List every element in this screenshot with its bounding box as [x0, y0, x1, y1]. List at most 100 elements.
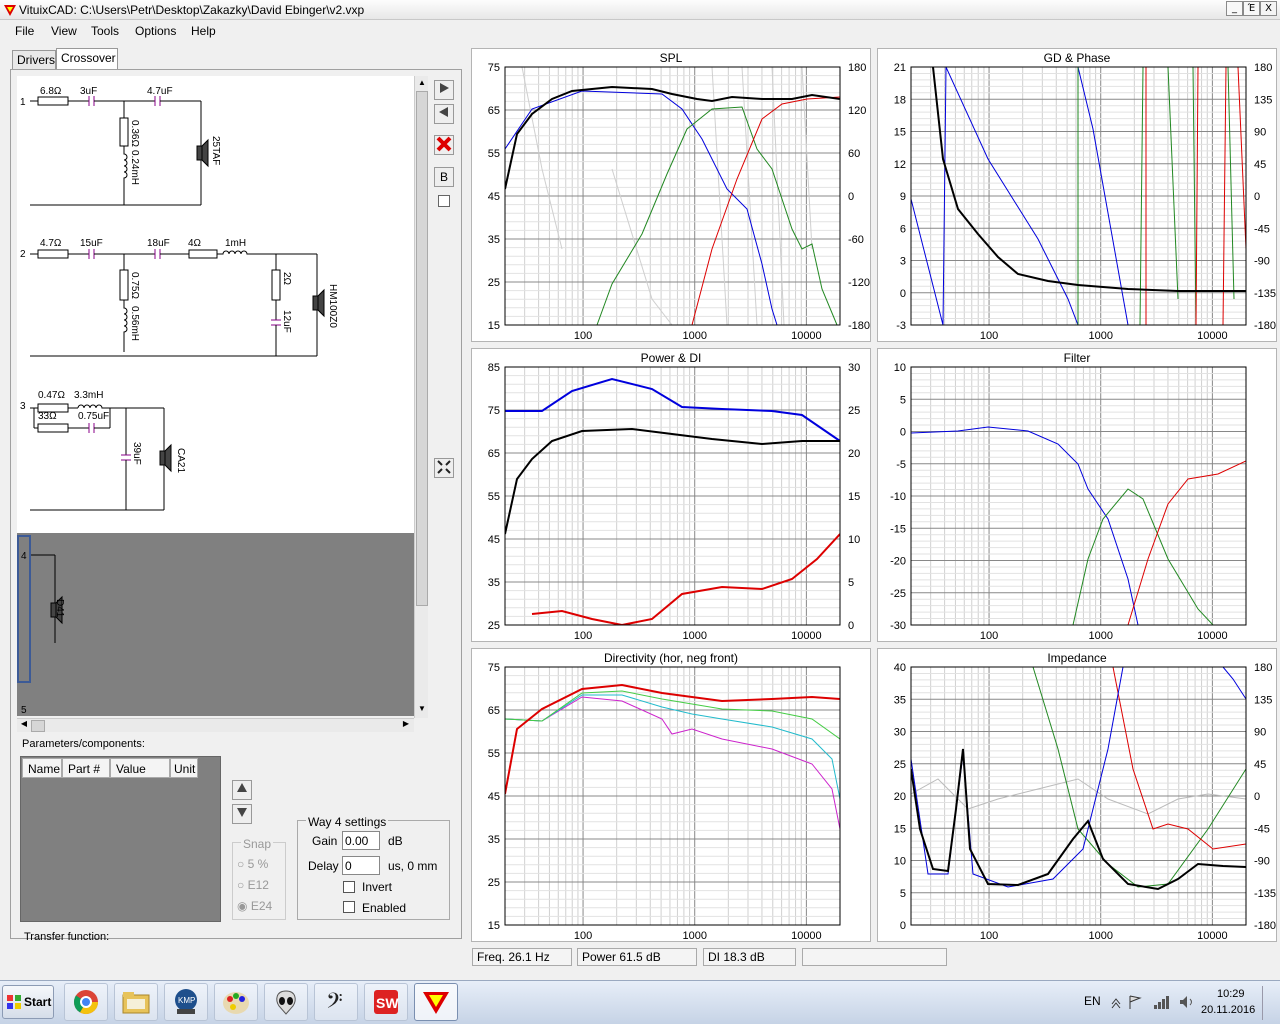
params-table[interactable]: Name Part # Value Unit: [20, 756, 221, 922]
y2-tick-label: 135: [1254, 94, 1272, 106]
x-tick-label: 10000: [791, 330, 822, 342]
way2-l2-label[interactable]: 0.56mH: [129, 306, 140, 341]
move-right-button[interactable]: [434, 80, 454, 100]
y-tick-label: 45: [488, 534, 500, 546]
gd-phase-panel[interactable]: GD & Phase 21 180 18 135 15 90 12 45 9 0 6 -45 3 -90 0-…: [877, 48, 1277, 342]
filter-panel[interactable]: Filter 10 5 0 -5 -10 -15 -20 -25 -30 100 1000 10000: [877, 348, 1277, 642]
way2-c2-label[interactable]: 18uF: [147, 238, 170, 249]
explorer-icon[interactable]: [114, 983, 158, 1021]
scroll-right-icon[interactable]: ▶: [399, 719, 413, 733]
scroll-left-icon[interactable]: ◀: [17, 719, 31, 733]
tab-crossover[interactable]: Crossover: [56, 48, 118, 70]
spl-panel[interactable]: SPL 75 180 65 120 55 60 45 0 35 -60 25 -120 15 -180 100…: [471, 48, 871, 342]
way3-c1-label[interactable]: 0.75uF: [78, 411, 109, 422]
menu-file[interactable]: File: [15, 24, 34, 38]
enabled-checkbox[interactable]: [343, 901, 355, 913]
scroll-thumb[interactable]: [416, 91, 428, 606]
value-up-button[interactable]: [232, 780, 252, 800]
paint-icon[interactable]: [214, 983, 258, 1021]
delete-icon[interactable]: [434, 135, 454, 155]
delay-input[interactable]: [342, 856, 380, 875]
y2-tick-label: 5: [848, 577, 854, 589]
x-tick-label: 10000: [791, 630, 822, 642]
col-part[interactable]: Part #: [62, 758, 110, 778]
start-button[interactable]: Start: [2, 985, 54, 1019]
y-tick-label: 30: [894, 727, 906, 739]
way3-r2-label[interactable]: 33Ω: [38, 411, 57, 422]
way2-c3-label[interactable]: 12uF: [281, 310, 292, 333]
close-button[interactable]: X: [1260, 1, 1277, 16]
y-tick-label: 21: [894, 62, 906, 74]
way3-l1-label[interactable]: 3.3mH: [74, 390, 103, 401]
col-unit[interactable]: Unit: [170, 758, 198, 778]
value-down-button[interactable]: [232, 804, 252, 824]
way4-driver-label[interactable]: D41: [54, 599, 65, 617]
vituixcad-taskbar-icon[interactable]: [414, 983, 458, 1021]
way2-r1-label[interactable]: 4.7Ω: [40, 238, 62, 249]
chrome-icon[interactable]: [64, 983, 108, 1021]
col-name[interactable]: Name: [22, 758, 62, 778]
x-tick-label: 10000: [1197, 330, 1228, 342]
way1-c1-label[interactable]: 3uF: [80, 86, 97, 97]
b-checkbox[interactable]: [438, 195, 450, 207]
menu-options[interactable]: Options: [135, 24, 176, 38]
power-di-panel[interactable]: Power & DI 85 30 75 25 65 20 55 15 45 10 35 5 25 0 100 1…: [471, 348, 871, 642]
fit-view-icon[interactable]: [434, 458, 454, 478]
menu-help[interactable]: Help: [191, 24, 216, 38]
b-button[interactable]: B: [434, 167, 454, 187]
scroll-down-icon[interactable]: ▼: [416, 704, 428, 716]
snap-5pct-label: 5 %: [247, 857, 269, 871]
status-power: Power 61.5 dB: [577, 948, 697, 966]
way2-driver-label[interactable]: HM100Z0: [327, 284, 338, 328]
alien-app-icon[interactable]: [264, 983, 308, 1021]
way1-l1-label[interactable]: 0.24mH: [129, 150, 140, 185]
y-tick-label: 15: [894, 127, 906, 139]
snap-e12-radio[interactable]: ○ E12: [237, 878, 269, 892]
way1-r2-label[interactable]: 0.36Ω: [129, 120, 140, 147]
way2-r2-label[interactable]: 4Ω: [188, 238, 202, 249]
way-settings-title: Way 4 settings: [306, 815, 389, 829]
schematic-vscroll[interactable]: ▲ ▼: [414, 76, 428, 718]
y-tick-label: 0: [900, 288, 906, 300]
schematic-canvas[interactable]: 1 6.8Ω 3uF 4.7uF 0.36Ω 0.24mH 25TAF 2 4.…: [17, 76, 414, 533]
y-tick-label: 35: [488, 234, 500, 246]
move-left-button[interactable]: [434, 104, 454, 124]
directivity-panel[interactable]: Directivity (hor, neg front) 75 65 55 45 35 25…: [471, 648, 871, 942]
col-value[interactable]: Value: [110, 758, 170, 778]
show-desktop-button[interactable]: [1262, 986, 1278, 1020]
scroll-up-icon[interactable]: ▲: [416, 78, 428, 90]
way2-r3-label[interactable]: 0.75Ω: [129, 272, 140, 299]
invert-checkbox[interactable]: [343, 881, 355, 893]
way3-r1-label[interactable]: 0.47Ω: [38, 390, 65, 401]
way2-c1-label[interactable]: 15uF: [80, 238, 103, 249]
tray-icons[interactable]: [1110, 994, 1194, 1010]
way1-r1-label[interactable]: 6.8Ω: [40, 86, 62, 97]
y-tick-label: 0: [900, 920, 906, 932]
way3-driver-label[interactable]: CA21: [175, 448, 186, 473]
bass-clef-icon[interactable]: 𝄢: [314, 983, 358, 1021]
y-tick-label: 15: [894, 823, 906, 835]
menu-tools[interactable]: Tools: [91, 24, 119, 38]
language-indicator[interactable]: EN: [1084, 994, 1101, 1008]
minimize-button[interactable]: _: [1226, 1, 1243, 16]
way2-r4-label[interactable]: 2Ω: [281, 272, 292, 286]
y2-tick-label: -135: [1254, 288, 1276, 300]
maximize-button[interactable]: Έ: [1243, 1, 1260, 16]
snap-5pct-radio[interactable]: ○ 5 %: [237, 857, 268, 871]
y-tick-label: 45: [488, 791, 500, 803]
tab-drivers[interactable]: Drivers: [12, 50, 56, 70]
way-3-number: 3: [20, 401, 26, 412]
schematic-hscroll[interactable]: ◀ ▶: [17, 718, 414, 732]
way3-c2-label[interactable]: 39uF: [131, 442, 142, 465]
impedance-panel[interactable]: Impedance 40 180 35 135 30 90 25 45 20 0 15 -45 10 -90…: [877, 648, 1277, 942]
hscroll-thumb[interactable]: [31, 720, 45, 732]
gain-input[interactable]: [342, 831, 380, 850]
way1-c2-label[interactable]: 4.7uF: [147, 86, 173, 97]
kmplayer-icon[interactable]: KMP: [164, 983, 208, 1021]
solidworks-icon[interactable]: SW: [364, 983, 408, 1021]
menu-view[interactable]: View: [51, 24, 77, 38]
snap-e24-radio[interactable]: ◉ E24: [237, 899, 272, 913]
y-tick-label: 10: [894, 856, 906, 868]
way1-driver-label[interactable]: 25TAF: [210, 136, 221, 165]
way2-l1-label[interactable]: 1mH: [225, 238, 246, 249]
